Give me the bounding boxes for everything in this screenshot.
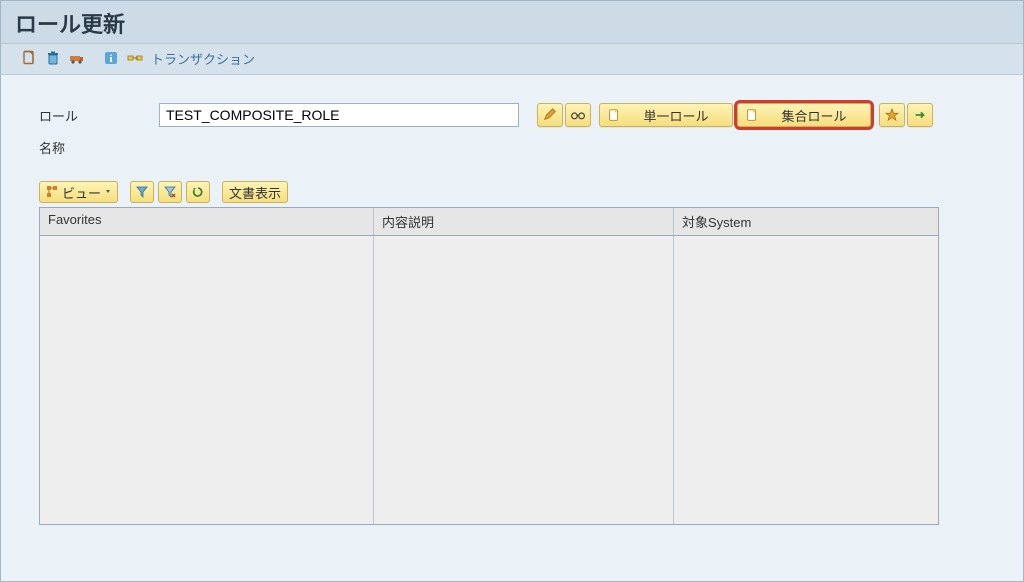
transaction-flow-icon[interactable] <box>125 48 145 68</box>
single-role-label: 単一ロール <box>626 106 726 125</box>
form-row-role: ロール 単一ロール 集合ロール <box>39 103 995 127</box>
new-document-icon <box>744 107 760 123</box>
name-label: 名称 <box>39 138 159 157</box>
navigate-button[interactable] <box>907 103 933 127</box>
composite-role-button[interactable]: 集合ロール <box>737 103 871 127</box>
transaction-link[interactable]: トランザクション <box>151 49 255 68</box>
view-button-label: ビュー <box>62 183 101 202</box>
favorite-button[interactable] <box>879 103 905 127</box>
svg-text:i: i <box>109 53 112 65</box>
content-area: ロール 単一ロール 集合ロール <box>1 75 1023 535</box>
app-window: ロール更新 i トランザクション ロール <box>0 0 1024 582</box>
filter-clear-button[interactable] <box>158 181 182 203</box>
funnel-clear-icon <box>163 185 177 199</box>
glasses-button[interactable] <box>565 103 591 127</box>
edit-button[interactable] <box>537 103 563 127</box>
role-input[interactable] <box>159 103 519 127</box>
role-label: ロール <box>39 106 159 125</box>
single-role-button[interactable]: 単一ロール <box>599 103 733 127</box>
document-display-button[interactable]: 文書表示 <box>222 181 288 203</box>
funnel-icon <box>135 185 149 199</box>
application-toolbar: i トランザクション <box>1 44 1023 75</box>
new-document-icon <box>606 107 622 123</box>
refresh-button[interactable] <box>186 181 210 203</box>
trash-icon[interactable] <box>43 48 63 68</box>
favorites-grid: Favorites 内容説明 対象System <box>39 207 939 525</box>
transport-icon[interactable] <box>67 48 87 68</box>
document-display-label: 文書表示 <box>229 183 281 202</box>
col-favorites[interactable]: Favorites <box>40 208 374 235</box>
page-title: ロール更新 <box>15 7 1009 39</box>
composite-role-label: 集合ロール <box>764 106 864 125</box>
col-target-system[interactable]: 対象System <box>674 208 938 235</box>
view-button[interactable]: ビュー <box>39 181 118 203</box>
title-bar: ロール更新 <box>1 1 1023 44</box>
table-toolbar: ビュー 文書表示 <box>39 181 995 203</box>
dropdown-indicator-icon <box>105 186 111 198</box>
filter-button[interactable] <box>130 181 154 203</box>
col-description[interactable]: 内容説明 <box>374 208 674 235</box>
form-row-name: 名称 <box>39 137 995 157</box>
document-outline-icon[interactable] <box>19 48 39 68</box>
refresh-icon <box>191 185 205 199</box>
grid-body[interactable] <box>40 236 938 524</box>
tree-icon <box>46 185 60 199</box>
info-icon[interactable]: i <box>101 48 121 68</box>
grid-header: Favorites 内容説明 対象System <box>40 208 938 236</box>
